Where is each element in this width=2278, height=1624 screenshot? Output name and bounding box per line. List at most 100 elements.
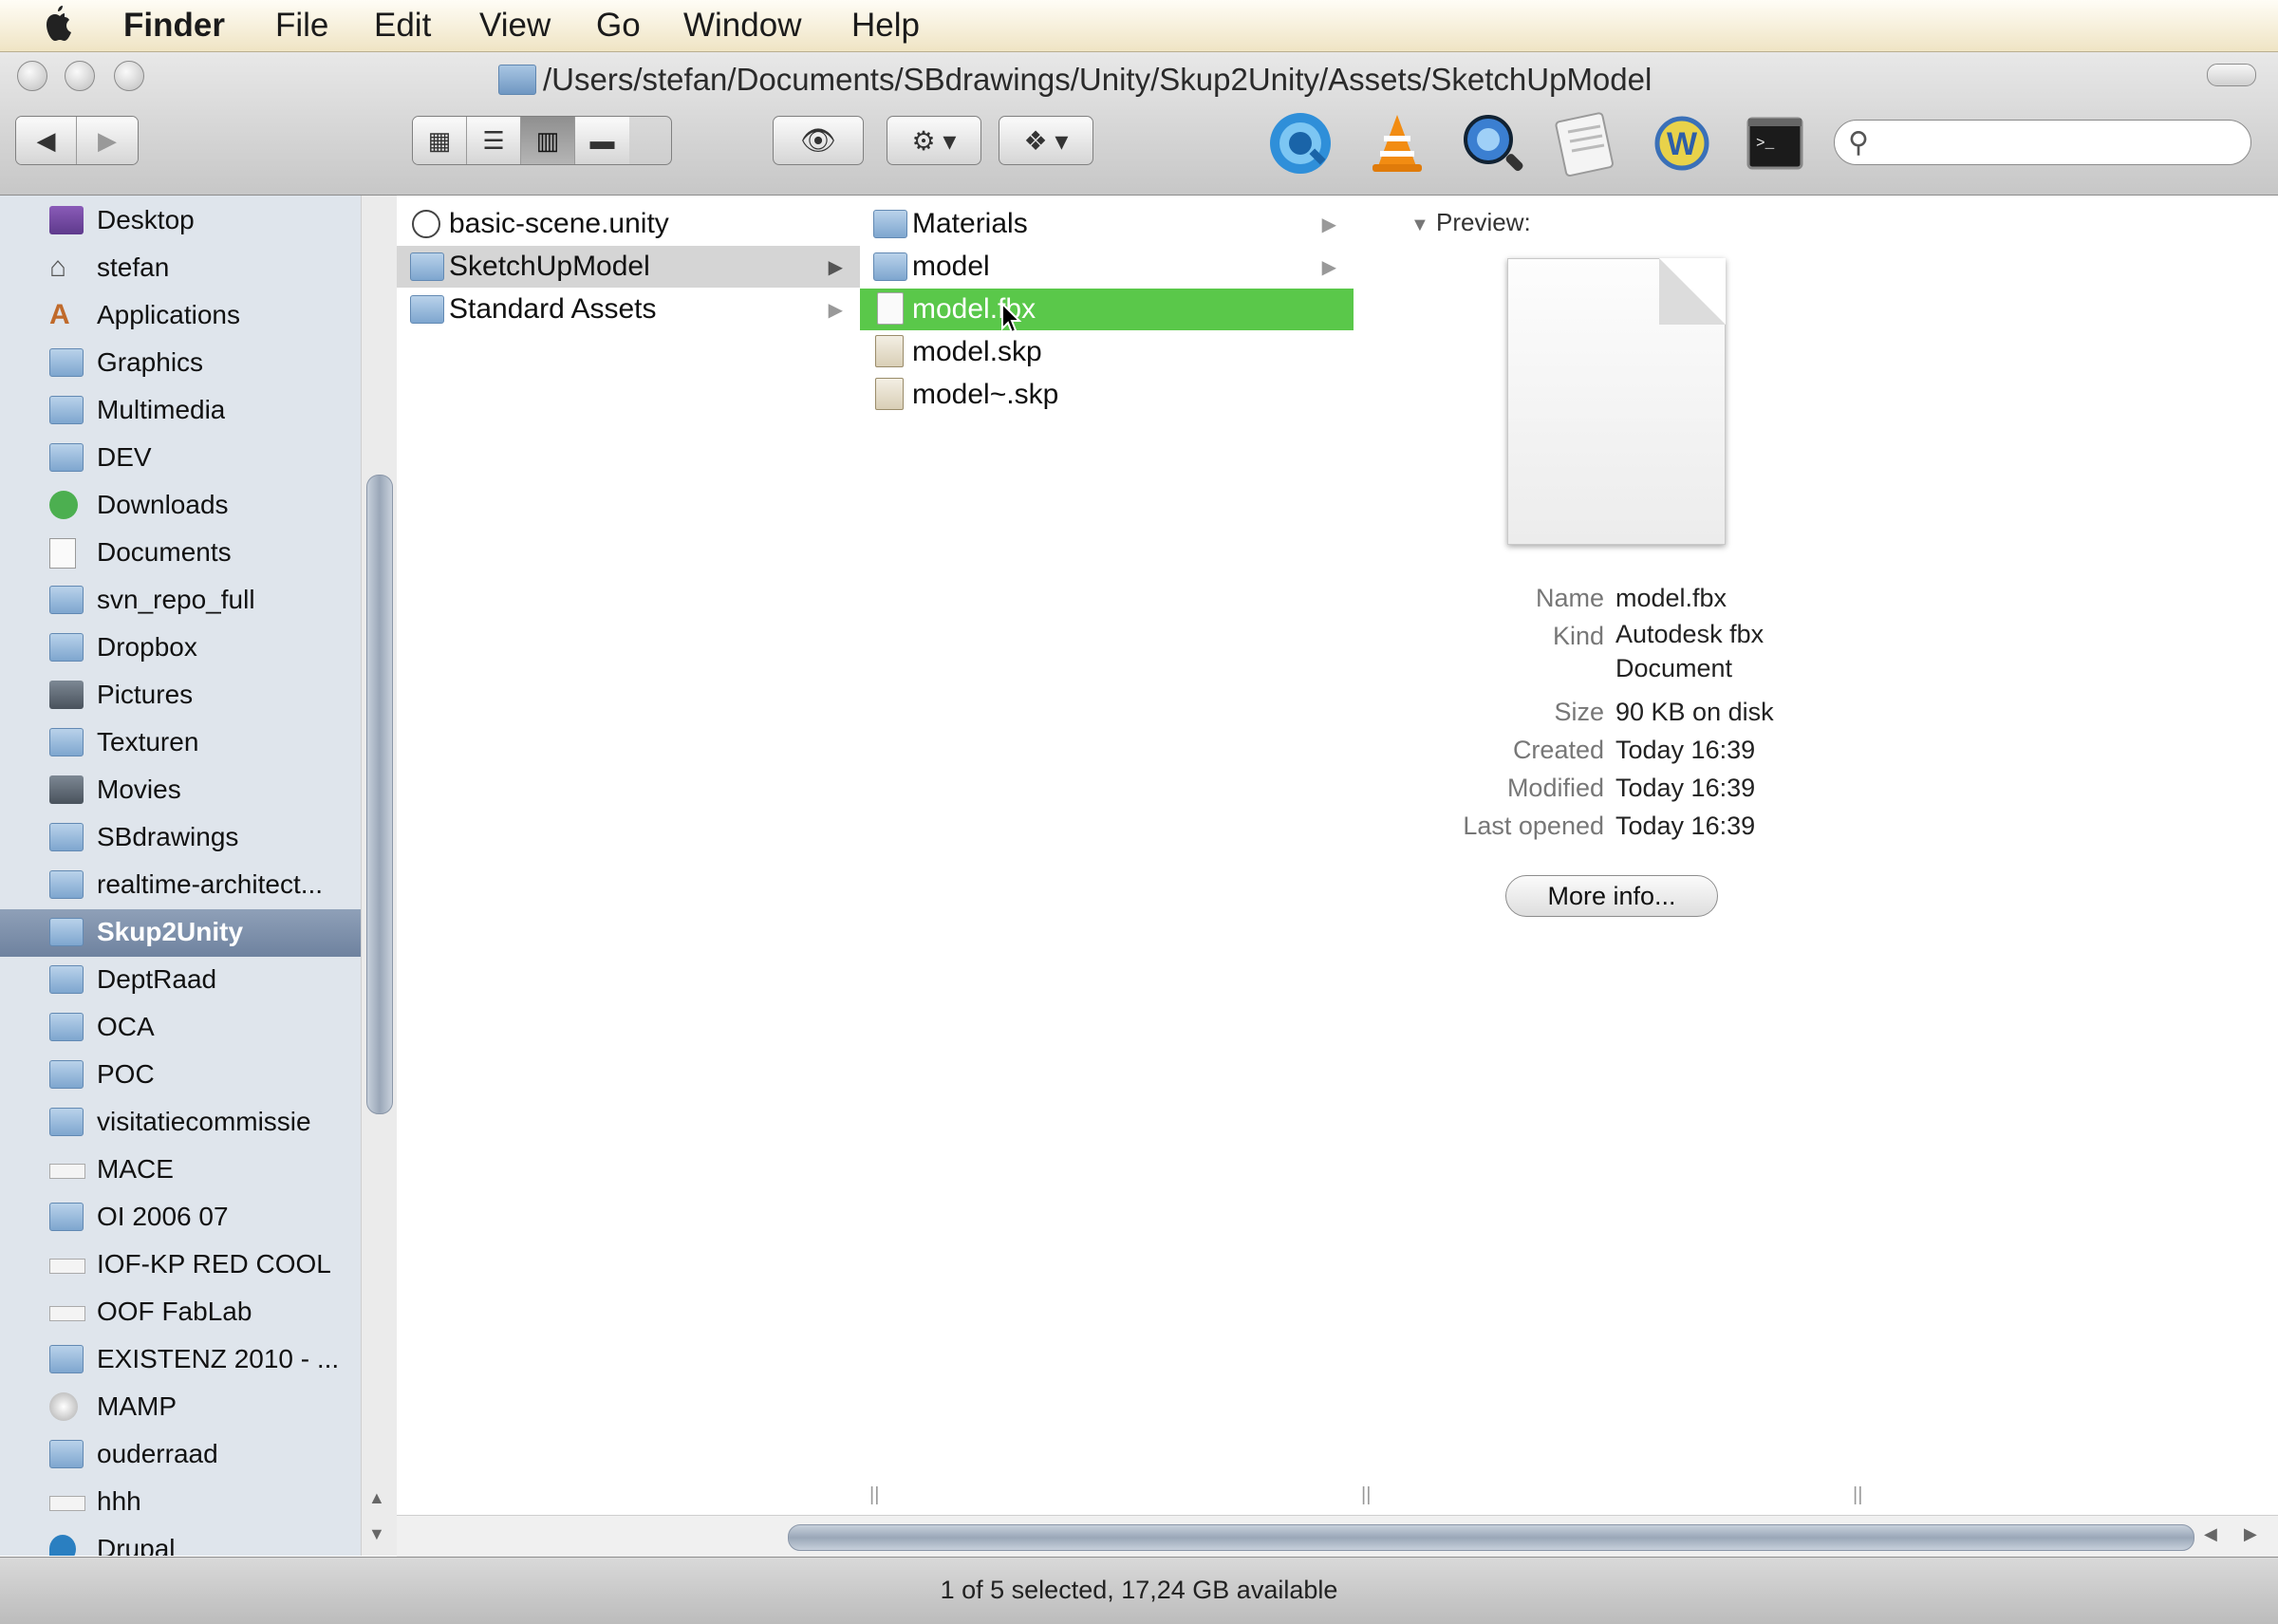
sidebar-item[interactable]: OI 2006 07: [0, 1194, 361, 1241]
pictures-icon: [49, 681, 84, 709]
sidebar-item[interactable]: ⌂ stefan: [0, 245, 361, 292]
chevron-right-icon: ▶: [1321, 215, 1336, 235]
folder-icon: [49, 1345, 84, 1373]
info-value: 90 KB on disk: [1615, 698, 1774, 726]
quicklook-button[interactable]: 👁: [773, 116, 864, 165]
vlc-icon[interactable]: [1363, 109, 1431, 177]
list-item[interactable]: basic-scene.unity: [397, 203, 860, 245]
sidebar-item[interactable]: EXISTENZ 2010 - ...: [0, 1336, 361, 1384]
view-mode-control: ▦ ☰ ▥ ▬: [412, 116, 672, 165]
menu-help[interactable]: Help: [851, 4, 920, 47]
sidebar-item[interactable]: Skup2Unity: [0, 909, 361, 957]
menu-finder[interactable]: Finder: [123, 4, 225, 47]
list-item[interactable]: Materials ▶: [860, 203, 1354, 245]
menu-go[interactable]: Go: [596, 4, 641, 47]
toolbar-toggle-button[interactable]: [2207, 64, 2256, 86]
sidebar-item-label: ouderraad: [97, 1439, 218, 1468]
sidebar-item[interactable]: OCA: [0, 1004, 361, 1052]
menu-edit[interactable]: Edit: [374, 4, 431, 47]
folder-icon: [49, 1203, 84, 1231]
sidebar-item[interactable]: MAMP: [0, 1384, 361, 1431]
preview-label: Preview:: [1436, 208, 1531, 236]
scroll-up-arrow-icon[interactable]: ▲: [368, 1488, 385, 1508]
menu-file[interactable]: File: [275, 4, 328, 47]
sidebar-item[interactable]: MACE: [0, 1147, 361, 1194]
sidebar-item[interactable]: Texturen: [0, 719, 361, 767]
info-key: Modified: [1506, 774, 1604, 802]
sidebar-item-label: Texturen: [97, 727, 199, 756]
list-item-label: model.skp: [912, 336, 1042, 367]
icon-view-button[interactable]: ▦: [413, 117, 467, 164]
action-menu-button[interactable]: ⚙ ▾: [887, 116, 981, 165]
nav-buttons: ◀ ▶: [15, 116, 139, 165]
sidebar-item[interactable]: A Applications: [0, 292, 361, 340]
list-item[interactable]: model.skp: [860, 331, 1354, 373]
terminal-icon[interactable]: >_: [1741, 109, 1809, 177]
search-input[interactable]: [1882, 126, 2237, 160]
sidebar-item[interactable]: Dropbox: [0, 625, 361, 672]
apple-menu-icon[interactable]: [40, 6, 78, 44]
sidebar-item[interactable]: Downloads: [0, 482, 361, 530]
sidebar-item[interactable]: Documents: [0, 530, 361, 577]
forward-button[interactable]: ▶: [77, 117, 138, 164]
dropbox-menu-button[interactable]: ❖ ▾: [999, 116, 1093, 165]
list-item-label: Materials: [912, 208, 1028, 239]
chevron-right-icon: ▶: [828, 300, 843, 321]
column-view-button[interactable]: ▥: [521, 117, 575, 164]
sidebar-item[interactable]: svn_repo_full: [0, 577, 361, 625]
menu-window[interactable]: Window: [683, 4, 801, 47]
downloads-icon: [49, 491, 78, 519]
sidebar-item[interactable]: SBdrawings: [0, 814, 361, 862]
preview-header[interactable]: ▼ Preview:: [1410, 203, 1531, 244]
info-value: model.fbx: [1615, 584, 1727, 612]
sidebar-item[interactable]: DEV: [0, 435, 361, 482]
list-item[interactable]: model.fbx: [860, 289, 1354, 330]
column-resize-grip[interactable]: ||: [869, 1484, 879, 1506]
list-item[interactable]: model ▶: [860, 246, 1354, 288]
column-resize-grip[interactable]: ||: [1361, 1484, 1371, 1506]
scroll-right-arrow-icon[interactable]: ▶: [2244, 1524, 2257, 1544]
close-button[interactable]: [17, 61, 47, 91]
sidebar-item[interactable]: realtime-architect...: [0, 862, 361, 909]
textedit-icon[interactable]: [1551, 109, 1619, 177]
sidebar-item[interactable]: Movies: [0, 767, 361, 814]
back-button[interactable]: ◀: [16, 117, 77, 164]
sidebar-item-label: SBdrawings: [97, 822, 239, 851]
scroll-left-arrow-icon[interactable]: ◀: [2204, 1524, 2217, 1544]
svg-text:>_: >_: [1756, 135, 1775, 152]
sidebar-item[interactable]: Multimedia: [0, 387, 361, 435]
sidebar-item[interactable]: Desktop: [0, 197, 361, 245]
sidebar-item[interactable]: DeptRaad: [0, 957, 361, 1004]
list-item[interactable]: SketchUpModel ▶: [397, 246, 860, 288]
sidebar-item-label: MACE: [97, 1154, 174, 1184]
scroll-down-arrow-icon[interactable]: ▼: [368, 1524, 385, 1544]
sidebar-item-label: svn_repo_full: [97, 585, 255, 614]
search-field[interactable]: ⚲: [1834, 120, 2251, 165]
coverflow-view-button[interactable]: ▬: [575, 117, 629, 164]
quicktime-icon[interactable]: [1266, 109, 1335, 177]
list-item[interactable]: model~.skp: [860, 374, 1354, 416]
more-info-button[interactable]: More info...: [1505, 875, 1718, 917]
zoom-button[interactable]: [114, 61, 144, 91]
sidebar-item[interactable]: hhh: [0, 1479, 361, 1526]
app-w-icon[interactable]: W: [1648, 109, 1716, 177]
sidebar-scroll-thumb[interactable]: [366, 475, 393, 1114]
sidebar-item[interactable]: IOF-KP RED COOL: [0, 1241, 361, 1289]
sidebar-item[interactable]: POC: [0, 1052, 361, 1099]
folder-icon: [49, 633, 84, 662]
list-view-button[interactable]: ☰: [467, 117, 521, 164]
minimize-button[interactable]: [65, 61, 95, 91]
sidebar-item[interactable]: Drupal: [0, 1526, 361, 1556]
list-item[interactable]: Standard Assets ▶: [397, 289, 860, 330]
spotlight-app-icon[interactable]: [1458, 109, 1526, 177]
sidebar-item[interactable]: OOF FabLab: [0, 1289, 361, 1336]
sidebar-item[interactable]: Graphics: [0, 340, 361, 387]
folder-icon: [49, 870, 84, 899]
column-resize-grip[interactable]: ||: [1853, 1484, 1862, 1506]
horizontal-scroll-thumb[interactable]: [788, 1524, 2194, 1551]
sidebar-item[interactable]: visitatiecommissie: [0, 1099, 361, 1147]
menu-view[interactable]: View: [479, 4, 551, 47]
sidebar-item[interactable]: Pictures: [0, 672, 361, 719]
sidebar-item[interactable]: ouderraad: [0, 1431, 361, 1479]
folder-icon: [49, 823, 84, 851]
